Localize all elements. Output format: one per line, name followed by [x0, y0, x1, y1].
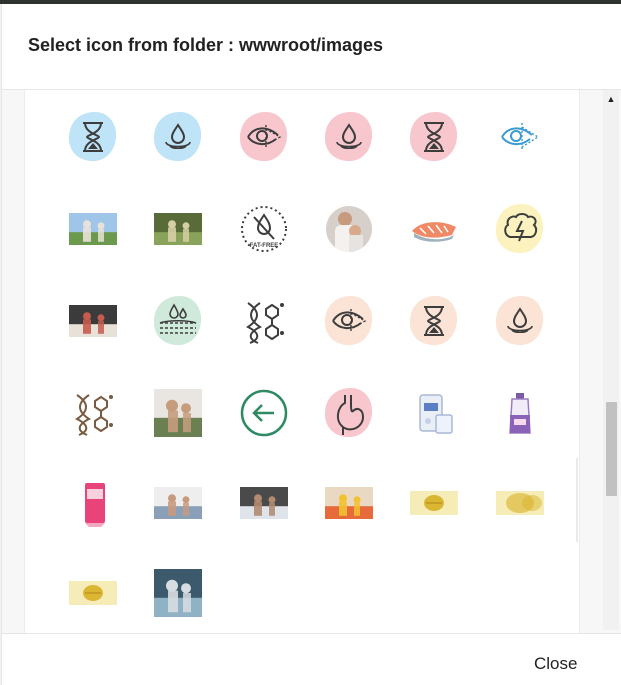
- brain-lightning-icon[interactable]: [492, 201, 548, 257]
- vertical-scrollbar[interactable]: ▲: [603, 90, 619, 630]
- pink-product-box-icon[interactable]: [65, 475, 121, 531]
- family-field-photo[interactable]: [65, 201, 121, 257]
- hourglass-peach-icon[interactable]: [406, 293, 462, 349]
- dna-molecule-brown-icon[interactable]: [65, 385, 121, 441]
- divider: [576, 458, 578, 542]
- garden-photo[interactable]: [150, 201, 206, 257]
- mother-child-photo[interactable]: [321, 201, 377, 257]
- scroll-up-arrow-icon[interactable]: ▲: [603, 92, 619, 106]
- couple-photo[interactable]: [150, 475, 206, 531]
- hourglass-pink-icon[interactable]: [406, 109, 462, 165]
- skin-layers-icon[interactable]: [150, 293, 206, 349]
- fat-free-badge-icon[interactable]: FAT-FREE: [236, 201, 292, 257]
- fruit-bowl-photo[interactable]: [321, 475, 377, 531]
- dialog-title: Select icon from folder : wwwroot/images: [28, 35, 384, 55]
- eye-pink-icon[interactable]: [236, 109, 292, 165]
- father-child-photo[interactable]: [150, 385, 206, 441]
- icon-picker-dialog: Select icon from folder : wwwroot/images…: [1, 4, 621, 685]
- eye-peach-icon[interactable]: [321, 293, 377, 349]
- back-arrow-circle-icon[interactable]: [236, 385, 292, 441]
- eye-line-blue-icon[interactable]: [492, 109, 548, 165]
- water-drop-peach-icon[interactable]: [492, 293, 548, 349]
- water-drop-pink-icon[interactable]: [321, 109, 377, 165]
- fat-free-label: FAT-FREE: [250, 243, 279, 249]
- purple-bottle-icon[interactable]: [492, 385, 548, 441]
- capsule-yellow-icon[interactable]: [406, 475, 462, 531]
- yoga-photo[interactable]: [150, 565, 206, 621]
- close-button[interactable]: Close: [534, 654, 577, 674]
- salmon-fillet-icon[interactable]: [406, 201, 462, 257]
- hourglass-blue-icon[interactable]: [65, 109, 121, 165]
- supplement-pack-icon[interactable]: [406, 385, 462, 441]
- scrollbar-thumb[interactable]: [606, 402, 617, 496]
- family-sofa-photo[interactable]: [65, 293, 121, 349]
- dna-molecule-icon[interactable]: [236, 293, 292, 349]
- capsule-blurred-icon[interactable]: [492, 475, 548, 531]
- capsule-yellow-2-icon[interactable]: [65, 565, 121, 621]
- dialog-body: FAT-FREE: [2, 90, 621, 633]
- dialog-header: Select icon from folder : wwwroot/images: [2, 4, 621, 90]
- water-drop-blue-icon[interactable]: [150, 109, 206, 165]
- dialog-footer: Close: [2, 633, 621, 685]
- stomach-icon[interactable]: [321, 385, 377, 441]
- relaxing-photo[interactable]: [236, 475, 292, 531]
- icon-grid-pane[interactable]: FAT-FREE: [24, 90, 580, 633]
